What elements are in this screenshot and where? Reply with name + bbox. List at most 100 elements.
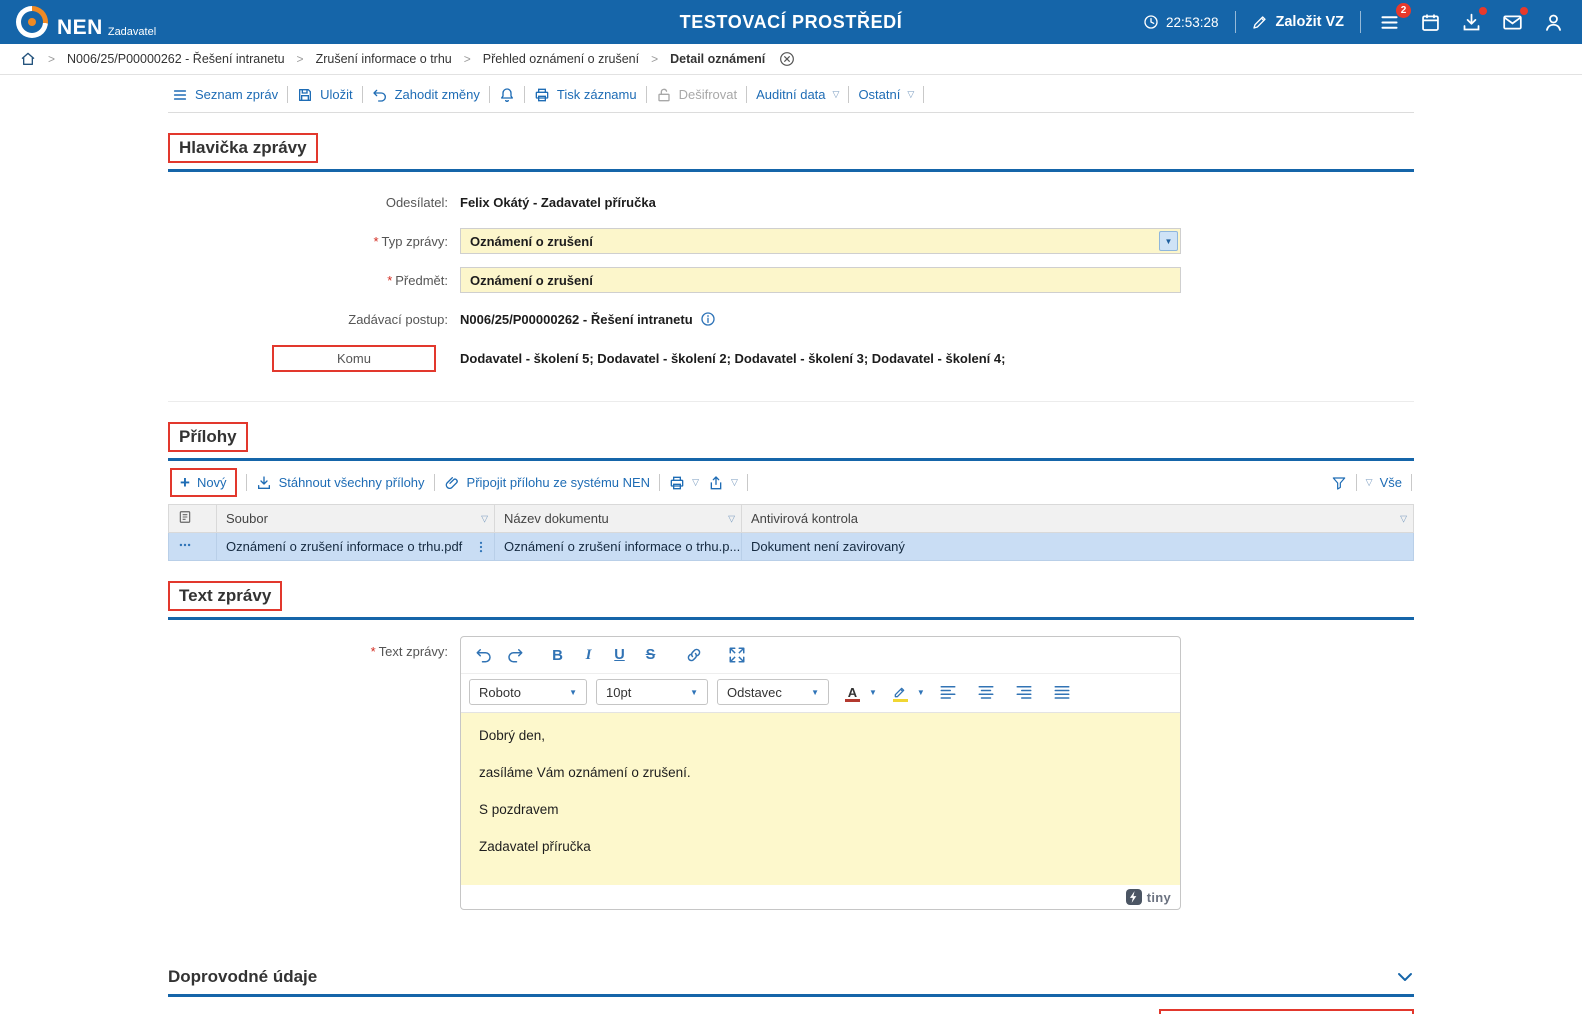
filter-triangle-icon[interactable]: ▽ [1400, 513, 1407, 524]
rich-text-editor: B I U S Roboto▼ 10pt▼ [460, 636, 1181, 910]
editor-align-justify-button[interactable] [1048, 679, 1077, 705]
editor-redo-button[interactable] [500, 642, 529, 668]
cell-antivir[interactable]: Dokument není zavirovaný [742, 533, 1414, 561]
filter-button[interactable] [1331, 475, 1347, 491]
editor-forecolor-button[interactable]: A [838, 679, 867, 705]
export-grid-menu[interactable]: ▽ [708, 475, 738, 491]
zadavaci-postup-label: Zadávací postup: [168, 312, 460, 327]
section-title: Přílohy [179, 427, 237, 447]
view-filter-vse[interactable]: ▽ Vše [1366, 475, 1402, 490]
editor-align-center-button[interactable] [972, 679, 1001, 705]
divider [434, 474, 435, 491]
editor-align-right-button[interactable] [1010, 679, 1039, 705]
cell-soubor[interactable]: Oznámení o zrušení informace o trhu.pdf [217, 533, 495, 561]
chevron-down-icon[interactable]: ▼ [917, 688, 925, 697]
editor-toolbar-row2: Roboto▼ 10pt▼ Odstavec▼ A [461, 674, 1180, 713]
divider [489, 86, 490, 103]
pripojit-prilohu-button[interactable]: Připojit přílohu ze systému NEN [444, 475, 651, 491]
printer-icon [534, 87, 550, 103]
editor-strikethrough-button[interactable]: S [636, 642, 665, 668]
drag-handle-icon[interactable] [474, 540, 488, 554]
editor-bold-button[interactable]: B [543, 642, 572, 668]
row-menu-dots-icon[interactable] [178, 538, 192, 552]
main-menu-button[interactable]: 2 [1377, 10, 1402, 35]
print-grid-menu[interactable]: ▽ [669, 475, 699, 491]
auditni-data-menu[interactable]: Auditní data ▽ [756, 87, 839, 102]
home-icon[interactable] [20, 51, 36, 67]
editor-toolbar-row1: B I U S [461, 637, 1180, 674]
filter-triangle-icon[interactable]: ▽ [481, 513, 488, 524]
divider [524, 86, 525, 103]
ulozit-button[interactable]: Uložit [297, 87, 353, 103]
editor-italic-button[interactable]: I [574, 642, 603, 668]
notifications-button[interactable] [499, 87, 515, 103]
section-text-zpravy: Text zprávy *Text zprávy: B I U S [168, 581, 1414, 933]
annotation-box: Text zprávy [168, 581, 282, 611]
editor-font-select[interactable]: Roboto▼ [469, 679, 587, 705]
novy-button[interactable]: + Nový [180, 474, 227, 491]
filter-triangle-icon[interactable]: ▽ [728, 513, 735, 524]
nen-home-link[interactable]: NEN Zadavatel [16, 6, 246, 38]
column-header-antivir[interactable]: Antivirová kontrola ▽ [742, 505, 1414, 533]
unlock-icon [656, 87, 672, 103]
attachments-toolbar: + Nový Stáhnout všechny přílohy Připojit… [168, 461, 1414, 504]
breadcrumb-separator: > [297, 52, 304, 66]
forecolor-swatch [845, 699, 860, 702]
downloads-badge-dot [1479, 7, 1487, 15]
predmet-label: *Předmět: [168, 273, 460, 288]
info-icon[interactable] [700, 311, 716, 327]
attachment-row[interactable]: Oznámení o zrušení informace o trhu.pdf … [169, 533, 1414, 561]
zalozit-vz-button[interactable]: Založit VZ [1252, 14, 1344, 30]
breadcrumb-item-prehled[interactable]: Přehled oznámení o zrušení [483, 52, 639, 66]
tisk-zaznamu-button[interactable]: Tisk záznamu [534, 87, 637, 103]
person-icon [1543, 12, 1564, 33]
save-icon [297, 87, 313, 103]
editor-content-area[interactable]: Dobrý den, zasíláme Vám oznámení o zruše… [461, 713, 1180, 885]
zahodit-zmeny-button[interactable]: Zahodit změny [372, 87, 480, 103]
column-header-icon [169, 505, 217, 533]
breadcrumb-item-zruseni[interactable]: Zrušení informace o trhu [316, 52, 452, 66]
stahnout-prilohy-button[interactable]: Stáhnout všechny přílohy [256, 475, 425, 491]
editor-undo-button[interactable] [469, 642, 498, 668]
column-header-nazev[interactable]: Název dokumentu ▽ [495, 505, 742, 533]
editor-align-left-button[interactable] [934, 679, 963, 705]
cell-nazev[interactable]: Oznámení o zrušení informace o trhu.p... [495, 533, 742, 561]
record-toolbar: Seznam zpráv Uložit Zahodit změny Tisk z… [168, 75, 1414, 113]
combobox-dropdown-button[interactable]: ▼ [1159, 231, 1178, 251]
tiny-logo-icon[interactable] [1126, 889, 1142, 905]
brand-role: Zadavatel [108, 26, 156, 38]
dropdown-triangle-icon: ▽ [833, 89, 840, 100]
divider [848, 86, 849, 103]
dropdown-triangle-icon: ▽ [1366, 477, 1373, 488]
divider [747, 474, 748, 491]
calendar-button[interactable] [1418, 10, 1443, 35]
editor-block-select[interactable]: Odstavec▼ [717, 679, 829, 705]
predmet-input[interactable]: Oznámení o zrušení [460, 267, 1181, 293]
editor-fullscreen-button[interactable] [722, 642, 751, 668]
editor-highlight-button[interactable] [886, 679, 915, 705]
column-header-soubor[interactable]: Soubor ▽ [217, 505, 495, 533]
session-time: 22:53:28 [1166, 15, 1219, 30]
editor-underline-button[interactable]: U [605, 642, 634, 668]
user-profile-button[interactable] [1541, 10, 1566, 35]
komu-value: Dodavatel - školení 5; Dodavatel - škole… [460, 351, 1005, 366]
messages-button[interactable] [1500, 10, 1525, 35]
section-hlavicka-zpravy: Hlavička zprávy Odesílatel: Felix Okátý … [168, 133, 1414, 402]
close-tab-icon[interactable] [779, 51, 795, 67]
expand-chevron-icon[interactable] [1396, 968, 1414, 986]
downloads-button[interactable] [1459, 10, 1484, 35]
ostatni-menu[interactable]: Ostatní ▽ [858, 87, 914, 102]
chevron-down-icon: ▼ [811, 688, 819, 697]
breadcrumb-item-postup[interactable]: N006/25/P00000262 - Řešení intranetu [67, 52, 285, 66]
chevron-down-icon[interactable]: ▼ [869, 688, 877, 697]
list-icon [172, 87, 188, 103]
editor-fontsize-select[interactable]: 10pt▼ [596, 679, 708, 705]
editor-link-button[interactable] [679, 642, 708, 668]
annotation-box: Hlavička zprávy [168, 133, 318, 163]
row-menu-cell[interactable] [169, 533, 217, 561]
seznam-zprav-button[interactable]: Seznam zpráv [172, 87, 278, 103]
bell-icon [499, 87, 515, 103]
breadcrumb-item-detail: Detail oznámení [670, 52, 765, 66]
tiny-brand[interactable]: tiny [1147, 890, 1171, 905]
typ-zpravy-combobox[interactable]: Oznámení o zrušení ▼ [460, 228, 1181, 254]
